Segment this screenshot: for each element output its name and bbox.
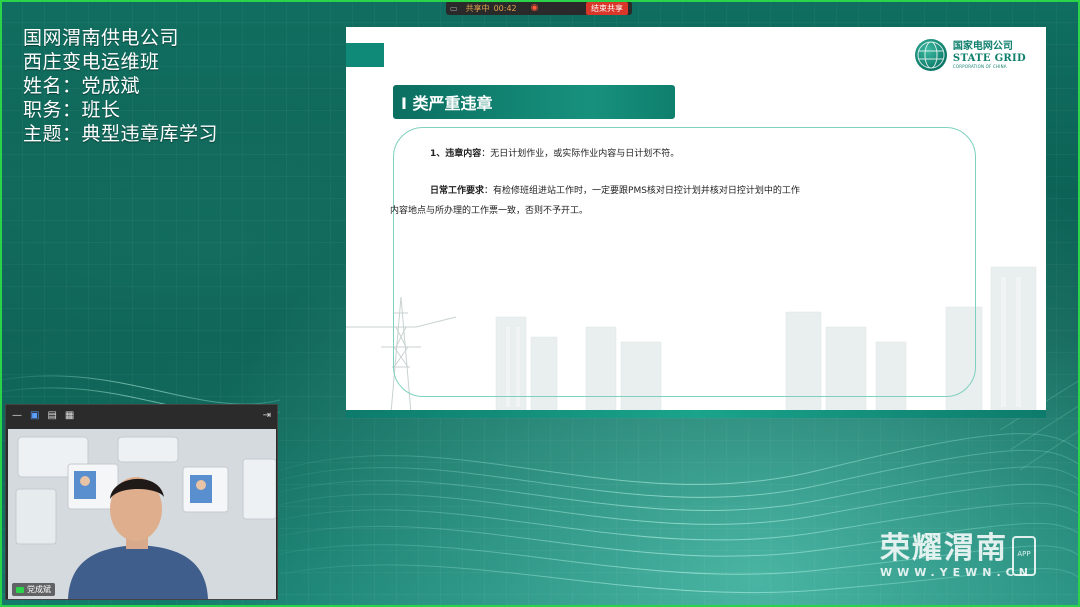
watermark: 荣耀渭南 WWW.YEWN.CN APP	[880, 531, 1036, 580]
presenter-info: 国网渭南供电公司 西庄变电运维班 姓名：党成斌 职务：班长 主题：典型违章库学习	[23, 26, 218, 146]
presentation-topic: 主题：典型违章库学习	[23, 123, 219, 145]
logo-chinese-name: 国家电网公司	[952, 40, 1013, 52]
screen-share-bar: ▭ 共享中 00:42 ◉ 结束共享	[446, 1, 632, 15]
list-view-icon[interactable]: ▤	[47, 410, 56, 421]
state-grid-globe-icon	[914, 39, 947, 71]
slide-bottom-bar	[346, 410, 1046, 418]
speaker-view-icon[interactable]: ▣	[30, 410, 39, 421]
logo-subtitle: CORPORATION OF CHINA	[952, 63, 1007, 69]
camera-toolbar: — ▣ ▤ ▦ ⇥	[6, 405, 277, 425]
presenter-name: 姓名：党成斌	[23, 75, 141, 97]
grid-view-icon[interactable]: ▦	[65, 410, 74, 421]
watermark-app-icon: APP	[1012, 536, 1036, 576]
watermark-title: 荣耀渭南	[880, 531, 1008, 566]
violation-content-label: 1、违章内容	[430, 149, 482, 159]
participant-name-tag: 党成斌	[12, 583, 55, 596]
share-timer: 00:42	[493, 3, 517, 13]
content-box	[393, 127, 976, 397]
daily-requirement-label: 日常工作要求	[430, 186, 485, 196]
daily-requirement: 日常工作要求：有检修班组进站工作时，一定要跟PMS核对日控计划并核对日控计划中的…	[430, 183, 880, 199]
presenter-position: 职务：班长	[23, 99, 121, 121]
violation-content-text: ：无日计划作业，或实际作业内容与日计划不符。	[481, 149, 680, 159]
state-grid-logo: 国家电网公司 STATE GRID CORPORATION OF CHINA	[914, 39, 1026, 71]
camera-video: 党成斌	[8, 429, 276, 599]
stop-share-button[interactable]: 结束共享	[586, 1, 628, 15]
record-icon[interactable]: ◉	[531, 3, 539, 13]
watermark-url: WWW.YEWN.CN	[880, 566, 1033, 579]
minimize-icon[interactable]: —	[12, 410, 22, 421]
camera-feed-illustration	[8, 429, 276, 599]
collapse-icon[interactable]: ⇥	[263, 410, 271, 421]
company-name: 国网渭南供电公司	[23, 27, 180, 49]
shared-slide: 国家电网公司 STATE GRID CORPORATION OF CHINA I…	[346, 27, 1046, 413]
share-status-text: 共享中	[465, 3, 490, 13]
camera-window[interactable]: — ▣ ▤ ▦ ⇥ 党成斌	[5, 404, 278, 600]
participant-name: 党成斌	[27, 585, 51, 594]
slide-title: I 类严重违章	[393, 85, 675, 119]
violation-content: 1、违章内容：无日计划作业，或实际作业内容与日计划不符。	[430, 146, 679, 162]
team-name: 西庄变电运维班	[23, 51, 160, 73]
share-screen-icon: ▭	[450, 3, 458, 13]
microphone-icon	[16, 586, 24, 593]
logo-english-name: STATE GRID	[952, 52, 1026, 64]
daily-requirement-continued: 内容地点与所办理的工作票一致，否则不予开工。	[390, 206, 589, 216]
slide-top-accent	[346, 43, 384, 67]
daily-requirement-text: ：有检修班组进站工作时，一定要跟PMS核对日控计划并核对日控计划中的工作	[484, 186, 800, 196]
